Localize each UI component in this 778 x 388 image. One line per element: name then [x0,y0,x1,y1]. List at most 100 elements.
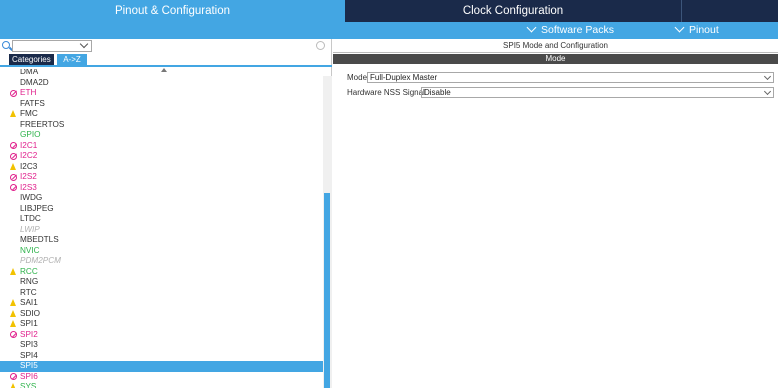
list-item[interactable]: IWDG [0,193,323,204]
list-item-label: SPI5 [20,361,38,370]
chevron-down-icon [674,22,685,33]
list-item[interactable]: I2C1 [0,141,323,152]
scrollbar-thumb[interactable] [324,193,330,388]
blocked-icon [10,89,17,97]
list-item[interactable]: SPI2 [0,330,323,341]
warning-icon [10,110,16,117]
chevron-down-icon [763,72,772,81]
warning-icon [10,320,16,327]
list-item[interactable]: ETH [0,88,323,99]
search-row [0,39,332,53]
list-item[interactable]: NVIC [0,246,323,257]
gear-icon[interactable] [316,41,325,50]
mode-section-header: Mode [333,54,778,64]
tab-empty [681,0,778,22]
warning-icon [10,299,16,306]
list-item[interactable]: SPI3 [0,340,323,351]
view-tabs: Categories A->Z [0,54,332,67]
list-item[interactable]: DMA2D [0,78,323,89]
list-item-label: LWIP [20,224,40,234]
list-item[interactable]: SYS [0,382,323,388]
warning-icon [10,162,16,170]
list-item-label: FATFS [20,98,45,108]
list-item-label: SPI1 [20,319,38,328]
chevron-down-icon [526,22,537,33]
list-item[interactable]: SPI6 [0,372,323,383]
mode-row: Mode Full-Duplex Master [347,72,774,83]
list-item-label: ETH [20,88,37,97]
list-item-label: SAI1 [20,298,38,307]
list-item-label: FREERTOS [20,119,65,129]
panel-title: SPI5 Mode and Configuration [503,41,608,50]
list-item[interactable]: I2S3 [0,183,323,194]
list-item[interactable]: I2C3 [0,162,323,173]
list-item-label: I2C2 [20,151,38,160]
list-item[interactable]: LTDC [0,214,323,225]
list-item-label: MBEDTLS [20,235,59,244]
configuration-panel: SPI5 Mode and Configuration Mode Mode Fu… [333,39,778,388]
mode-value: Full-Duplex Master [370,73,438,82]
chevron-down-icon [763,87,772,96]
list-item-label: SYS [20,382,37,388]
list-item[interactable]: MBEDTLS [0,235,323,246]
component-panel: Categories A->Z DMA DMA2D ETH FATFS FMC FREER… [0,39,332,388]
tab-a-z[interactable]: A->Z [57,54,87,65]
list-item-label: LIBJPEG [20,203,54,213]
list-item-label: LTDC [20,214,41,223]
list-item[interactable]: RNG [0,277,323,288]
list-item-label: IWDG [20,193,43,202]
hardware-nss-row: Hardware NSS Signal Disable [347,87,774,98]
search-icon [2,41,10,49]
list-item-label: SPI3 [20,340,38,349]
list-item-label: I2S2 [20,172,37,181]
tab-categories[interactable]: Categories [9,54,54,65]
blocked-icon [10,331,17,338]
list-item[interactable]: FATFS [0,99,323,110]
list-item-label: DMA [20,69,39,76]
pinout-menu[interactable]: Pinout [674,22,719,39]
list-item-label: SPI2 [20,329,38,339]
list-item[interactable]: LIBJPEG [0,204,323,215]
list-item-label: RCC [20,266,38,276]
tab-clock-configuration[interactable]: Clock Configuration [345,0,681,22]
blocked-icon [10,142,17,149]
list-item[interactable]: SPI1 [0,319,323,330]
list-item[interactable]: I2C2 [0,151,323,162]
hardware-nss-select[interactable]: Disable [421,87,774,98]
list-item-label: NVIC [20,245,40,255]
list-item[interactable]: SAI1 [0,298,323,309]
list-item[interactable]: DMA [0,69,323,78]
blocked-icon [10,152,17,160]
mode-select[interactable]: Full-Duplex Master [367,72,774,83]
list-item-label: GPIO [20,130,41,139]
list-item[interactable]: SPI5 [0,361,323,372]
warning-icon [10,267,16,275]
list-item-label: RNG [20,277,39,286]
mode-label: Mode [347,73,368,82]
list-item[interactable]: FREERTOS [0,120,323,131]
list-item-label: FMC [20,109,38,118]
software-packs-menu[interactable]: Software Packs [526,22,614,39]
list-item-label: I2C1 [20,140,38,150]
list-item[interactable]: RCC [0,267,323,278]
component-list: DMA DMA2D ETH FATFS FMC FREERTOS GPIO I2C1 I2C2 I… [0,69,323,388]
list-item-label: DMA2D [20,77,49,87]
list-item[interactable]: LWIP [0,225,323,236]
hardware-nss-label: Hardware NSS Signal [347,88,425,97]
sub-header: Software Packs Pinout [0,22,778,39]
pinout-menu-label: Pinout [689,24,719,36]
warning-icon [10,383,16,388]
blocked-icon [10,184,17,191]
tab-pinout-configuration[interactable]: Pinout & Configuration [0,0,345,22]
list-item-label: PDM2PCM [20,256,61,265]
list-item-label: SPI6 [20,371,38,381]
list-item[interactable]: RTC [0,288,323,299]
list-item-label: SDIO [20,308,41,318]
list-item[interactable]: GPIO [0,130,323,141]
list-item[interactable]: I2S2 [0,172,323,183]
list-item[interactable]: FMC [0,109,323,120]
list-item[interactable]: SPI4 [0,351,323,362]
list-item[interactable]: PDM2PCM [0,256,323,267]
list-item[interactable]: SDIO [0,309,323,320]
top-tab-bar: Pinout & Configuration Clock Configurati… [0,0,778,22]
